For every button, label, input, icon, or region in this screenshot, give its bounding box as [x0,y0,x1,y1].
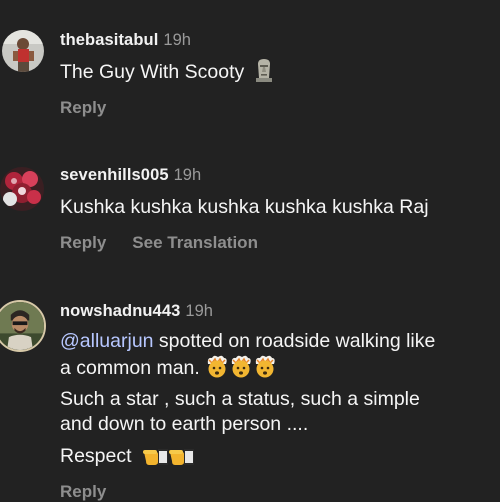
reply-button[interactable]: Reply [60,233,106,252]
comment-text-line: Respect [60,443,195,469]
avatar-image [0,302,44,350]
comment-username[interactable]: thebasitabul [60,31,158,49]
comment-text-content: a common man. [60,357,200,379]
comment-text: The Guy With Scooty [60,58,274,85]
comment-timestamp: 19h [173,166,202,184]
mention-link[interactable]: @alluarjun [60,330,154,352]
comment-text-line: a common man. [60,354,277,381]
avatar[interactable] [2,30,44,72]
exploding-head-icon [229,354,253,378]
comment-text-content: spotted on roadside walking like [153,330,436,352]
reply-button[interactable]: Reply [60,98,106,117]
see-translation-button[interactable]: See Translation [132,233,258,252]
comment-timestamp: 19h [185,302,213,320]
comment-text-line: and down to earth person .... [60,413,309,435]
comment-text-content: The Guy With Scooty [60,61,245,83]
pointing-hand-icon [168,444,195,466]
avatar-image [2,30,44,72]
comment-text-line: @alluarjun spotted on roadside walking l… [60,328,435,354]
comment-username[interactable]: nowshadnu443 [60,302,180,320]
comment-text-line: Such a star , such a status, such a simp… [60,388,420,410]
comment-username[interactable]: sevenhills005 [60,166,169,184]
avatar[interactable] [0,300,46,352]
avatar[interactable] [0,167,44,211]
exploding-head-icon [253,354,277,378]
avatar-image [0,167,44,211]
comment-text: Kushka kushka kushka kushka kushka Raj [60,196,429,218]
exploding-head-icon [205,354,229,378]
comment-text-content: Respect [60,445,132,467]
pointing-hand-icon [142,444,169,466]
moai-icon [254,58,274,82]
comment-timestamp: 19h [163,31,191,49]
reply-button[interactable]: Reply [60,482,106,501]
